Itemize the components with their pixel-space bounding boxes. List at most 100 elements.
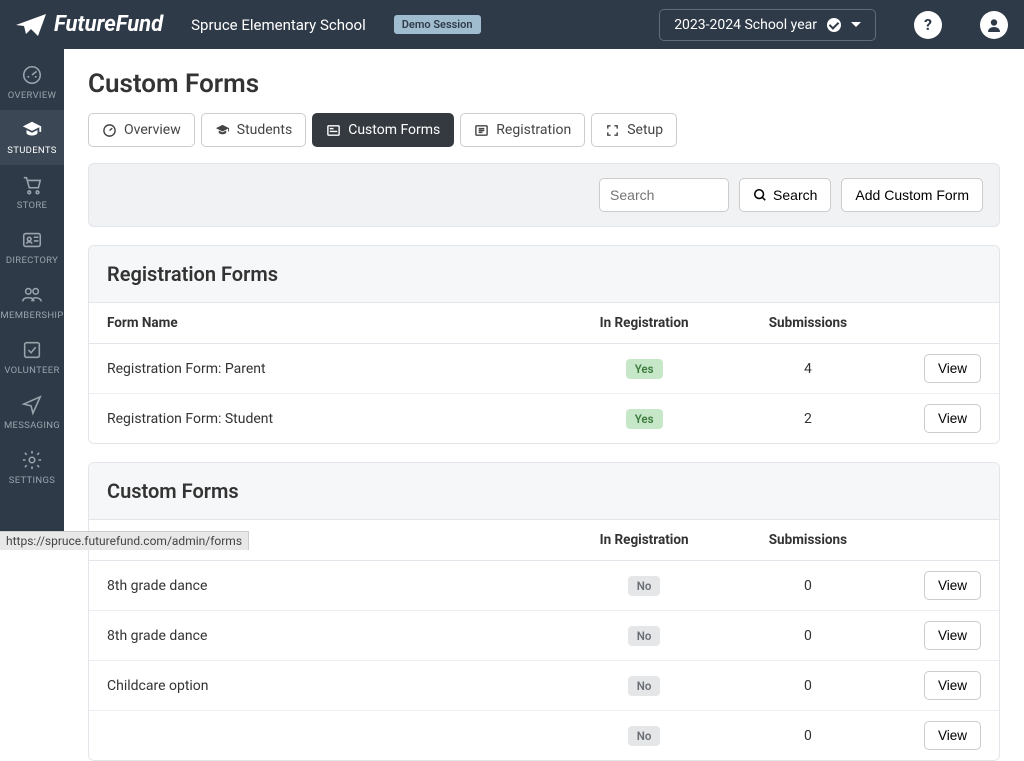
filter-bar: Search Add Custom Form [88, 163, 1000, 227]
sidebar-item-membership[interactable]: MEMBERSHIP [0, 275, 64, 330]
tab-setup[interactable]: Setup [591, 113, 677, 147]
cell-form-name: Registration Form: Parent [89, 344, 562, 394]
brand-text: FutureFund [54, 12, 163, 37]
registration-forms-section: Registration Forms Form Name In Registra… [88, 245, 1000, 444]
search-input[interactable] [599, 178, 729, 212]
sidebar-item-directory[interactable]: DIRECTORY [0, 220, 64, 275]
cell-submissions: 0 [726, 561, 890, 611]
cell-submissions: 0 [726, 661, 890, 711]
sidebar-item-label: DIRECTORY [6, 255, 58, 266]
brand-logo[interactable]: FutureFund [16, 12, 163, 37]
col-in-registration: In Registration [562, 520, 726, 561]
cell-in-registration: No [562, 661, 726, 711]
cell-in-registration: Yes [562, 344, 726, 394]
cell-submissions: 0 [726, 611, 890, 661]
table-row: No 0 View [89, 711, 999, 761]
check-icon [827, 18, 841, 32]
status-badge: No [628, 726, 661, 746]
dashboard-icon [102, 123, 117, 138]
col-form-name: Form Name [89, 303, 562, 344]
tab-label: Custom Forms [348, 122, 440, 138]
status-badge: No [628, 676, 661, 696]
view-button[interactable]: View [924, 671, 981, 700]
view-button[interactable]: View [924, 721, 981, 750]
add-button-label: Add Custom Form [855, 187, 969, 203]
tab-label: Students [237, 122, 292, 138]
section-title: Registration Forms [89, 246, 999, 303]
cell-in-registration: No [562, 711, 726, 761]
col-in-registration: In Registration [562, 303, 726, 344]
user-icon [986, 17, 1002, 33]
view-button[interactable]: View [924, 571, 981, 600]
sidebar-item-settings[interactable]: SETTINGS [0, 440, 64, 495]
checkbox-icon [21, 339, 43, 361]
custom-forms-table: Form Name↓↑ In Registration Submissions … [89, 520, 999, 760]
cell-submissions: 4 [726, 344, 890, 394]
cell-form-name: Registration Form: Student [89, 394, 562, 444]
cell-form-name [89, 711, 562, 761]
id-card-icon [21, 229, 43, 251]
tab-students[interactable]: Students [201, 113, 306, 147]
graduation-icon [215, 123, 230, 138]
tab-label: Setup [627, 122, 663, 138]
tab-registration[interactable]: Registration [460, 113, 585, 147]
account-button[interactable] [980, 11, 1008, 39]
expand-icon [605, 123, 620, 138]
status-badge: No [628, 626, 661, 646]
table-row: Registration Form: Parent Yes 4 View [89, 344, 999, 394]
main-content: Custom Forms Overview Students Custom Fo… [64, 49, 1024, 761]
sidebar-item-students[interactable]: STUDENTS [0, 110, 64, 165]
sidebar-item-messaging[interactable]: MESSAGING [0, 385, 64, 440]
list-icon [474, 123, 489, 138]
status-badge: Yes [626, 409, 663, 429]
tab-custom-forms[interactable]: Custom Forms [312, 113, 454, 147]
col-submissions: Submissions [726, 520, 890, 561]
registration-forms-table: Form Name In Registration Submissions Re… [89, 303, 999, 443]
cell-submissions: 2 [726, 394, 890, 444]
sidebar-item-overview[interactable]: OVERVIEW [0, 55, 64, 110]
sidebar-item-label: MEMBERSHIP [0, 310, 63, 321]
status-badge: Yes [626, 359, 663, 379]
help-button[interactable]: ? [914, 11, 942, 39]
status-bar-url: https://spruce.futurefund.com/admin/form… [0, 531, 249, 550]
sidebar-item-label: STORE [17, 200, 47, 211]
cell-form-name: 8th grade dance [89, 561, 562, 611]
gauge-icon [21, 64, 43, 86]
demo-badge: Demo Session [394, 15, 481, 34]
sidebar-item-label: MESSAGING [4, 420, 60, 431]
cell-form-name: Childcare option [89, 661, 562, 711]
sidebar-item-store[interactable]: STORE [0, 165, 64, 220]
form-icon [326, 123, 341, 138]
topbar: FutureFund Spruce Elementary School Demo… [0, 0, 1024, 49]
section-title: Custom Forms [89, 463, 999, 520]
cart-icon [21, 174, 43, 196]
search-button-label: Search [773, 187, 817, 203]
table-row: Childcare option No 0 View [89, 661, 999, 711]
view-button[interactable]: View [924, 404, 981, 433]
sidebar-item-label: VOLUNTEER [4, 365, 59, 376]
chevron-down-icon [851, 22, 861, 27]
search-button[interactable]: Search [739, 178, 831, 212]
table-row: 8th grade dance No 0 View [89, 611, 999, 661]
graduation-icon [21, 119, 43, 141]
sidebar-item-volunteer[interactable]: VOLUNTEER [0, 330, 64, 385]
cell-in-registration: Yes [562, 394, 726, 444]
cell-in-registration: No [562, 611, 726, 661]
add-custom-form-button[interactable]: Add Custom Form [841, 178, 983, 212]
sidebar-item-label: OVERVIEW [8, 90, 57, 101]
status-badge: No [628, 576, 661, 596]
school-year-label: 2023-2024 School year [674, 17, 817, 33]
cell-in-registration: No [562, 561, 726, 611]
view-button[interactable]: View [924, 354, 981, 383]
users-icon [21, 284, 43, 306]
cell-form-name: 8th grade dance [89, 611, 562, 661]
school-year-select[interactable]: 2023-2024 School year [659, 9, 876, 41]
tab-label: Registration [496, 122, 571, 138]
page-title: Custom Forms [88, 69, 1000, 99]
tab-overview[interactable]: Overview [88, 113, 195, 147]
table-row: Registration Form: Student Yes 2 View [89, 394, 999, 444]
tab-row: Overview Students Custom Forms Registrat… [88, 113, 1000, 147]
send-icon [21, 394, 43, 416]
paper-plane-icon [16, 14, 46, 36]
view-button[interactable]: View [924, 621, 981, 650]
